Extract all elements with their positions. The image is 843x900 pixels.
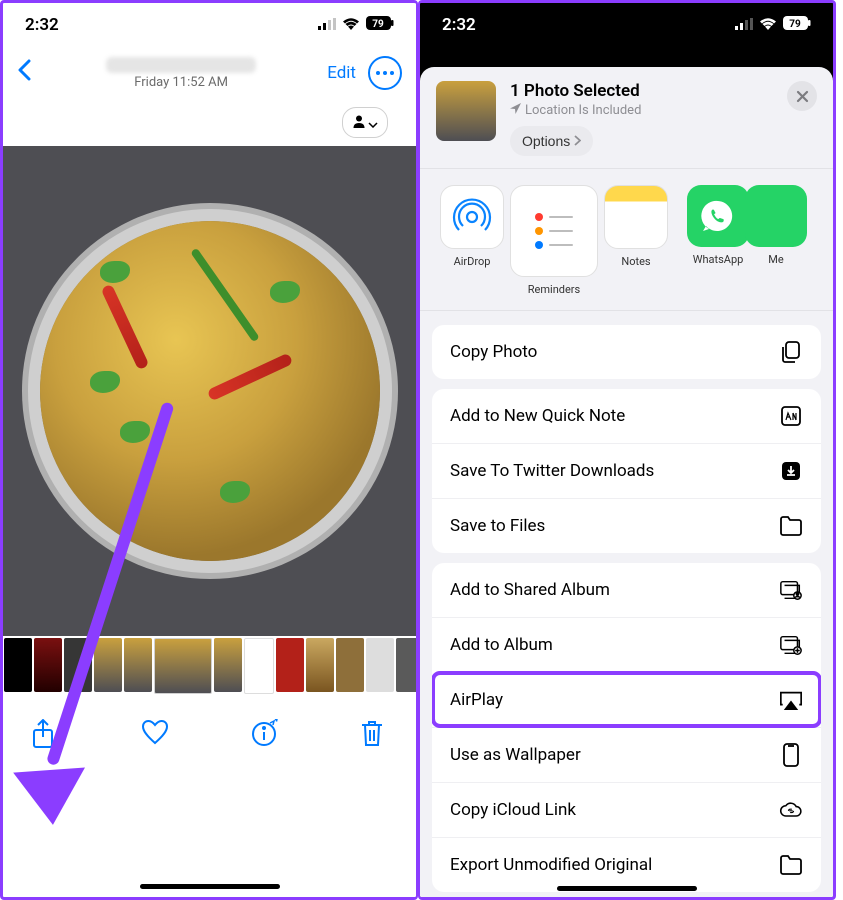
action-save-to-twitter-downloads[interactable]: Save To Twitter Downloads [432,443,821,498]
partial-icon [745,185,807,247]
svg-text:79: 79 [789,19,801,30]
app-airdrop[interactable]: AirDrop [438,185,506,296]
whatsapp-icon [687,185,749,247]
share-options-button[interactable]: Options [510,126,593,156]
app-label: Me [768,253,783,266]
app-partial[interactable]: Me [766,185,786,296]
action-label: Save to Files [450,516,545,536]
app-label: AirDrop [454,255,491,268]
wifi-icon [342,15,360,35]
action-label: Export Unmodified Original [450,855,652,875]
wifi-icon [759,15,777,35]
thumb[interactable] [214,638,242,692]
food-photo [40,221,380,561]
action-label: Copy iCloud Link [450,800,576,820]
thumb-current[interactable] [154,638,212,694]
thumb[interactable] [94,638,122,692]
close-button[interactable] [787,81,817,111]
app-whatsapp[interactable]: WhatsApp [684,185,752,296]
cellular-icon [318,15,336,35]
apps-row[interactable]: AirDrop Reminders Notes WhatsApp M [420,169,833,311]
blurred-name [106,57,256,73]
share-location-line: Location Is Included [510,103,773,118]
info-button[interactable] [250,719,278,747]
thumb[interactable] [124,638,152,692]
chevron-down-icon [368,113,378,132]
action-save-to-files[interactable]: Save to Files [432,498,821,553]
action-use-as-wallpaper[interactable]: Use as Wallpaper [432,727,821,782]
thumb[interactable] [276,638,304,692]
action-add-to-shared-album[interactable]: Add to Shared Album [432,563,821,617]
notes-icon [604,185,668,249]
app-reminders[interactable]: Reminders [520,185,588,296]
status-bar: 2:32 79 [420,3,833,43]
save-to-twitter-downloads-icon [779,459,803,483]
home-indicator[interactable] [140,884,280,889]
chevron-right-icon [574,133,581,149]
thumb[interactable] [4,638,32,692]
status-time: 2:32 [25,15,59,35]
export-unmodified-original-icon [779,853,803,877]
action-copy-icloud-link[interactable]: Copy iCloud Link [432,782,821,837]
action-add-to-new-quick-note[interactable]: Add to New Quick Note [432,389,821,443]
favorite-button[interactable] [141,719,169,747]
delete-button[interactable] [360,719,388,747]
thumb[interactable] [336,638,364,692]
action-label: Copy Photo [450,342,537,362]
app-label: Notes [621,255,650,268]
share-sheet: 1 Photo Selected Location Is Included Op… [420,67,833,897]
action-copy-photo[interactable]: Copy Photo [432,325,821,379]
app-label: WhatsApp [693,253,744,266]
copy-icloud-link-icon [779,798,803,822]
battery-icon: 79 [366,15,394,35]
share-title: 1 Photo Selected [510,81,773,101]
action-label: Use as Wallpaper [450,745,581,765]
battery-icon: 79 [783,15,811,35]
status-bar: 2:32 79 [3,3,416,43]
thumbnail-strip[interactable] [3,636,416,698]
back-button[interactable] [17,59,35,87]
photo-datetime: Friday 11:52 AM [134,75,228,90]
action-label: Add to Album [450,635,553,655]
share-preview-thumb [436,81,496,141]
add-to-new-quick-note-icon [779,404,803,428]
thumb[interactable] [34,638,62,692]
thumb[interactable] [306,638,334,692]
app-label: Reminders [528,283,580,296]
action-export-unmodified-original[interactable]: Export Unmodified Original [432,837,821,892]
person-icon [352,113,366,132]
photo-view[interactable] [3,146,416,636]
people-pill[interactable] [342,107,388,138]
annotation-arrow-head [13,768,89,828]
action-airplay[interactable]: AirPlay [432,672,821,727]
action-label: AirPlay [450,690,503,710]
thumb[interactable] [366,638,394,692]
airplay-icon [779,688,803,712]
reminders-icon [510,185,598,277]
svg-text:79: 79 [372,19,384,30]
action-group: Add to Shared Album Add to Album AirPlay Us… [432,563,821,892]
more-button[interactable] [368,56,402,90]
edit-button[interactable]: Edit [327,63,356,83]
navbar: Friday 11:52 AM Edit [3,43,416,103]
status-time: 2:32 [442,15,476,35]
action-group: Copy Photo [432,325,821,379]
add-to-shared-album-icon [779,578,803,602]
app-notes[interactable]: Notes [602,185,670,296]
home-indicator[interactable] [557,886,697,891]
action-label: Save To Twitter Downloads [450,461,654,481]
location-arrow-icon [510,103,521,118]
action-add-to-album[interactable]: Add to Album [432,617,821,672]
thumb[interactable] [396,638,416,692]
airdrop-icon [440,185,504,249]
action-group: Add to New Quick Note Save To Twitter Dow… [432,389,821,553]
add-to-album-icon [779,633,803,657]
copy-photo-icon [779,340,803,364]
action-label: Add to New Quick Note [450,406,625,426]
save-to-files-icon [779,514,803,538]
action-label: Add to Shared Album [450,580,610,600]
cellular-icon [735,15,753,35]
thumb[interactable] [244,638,274,694]
use-as-wallpaper-icon [779,743,803,767]
